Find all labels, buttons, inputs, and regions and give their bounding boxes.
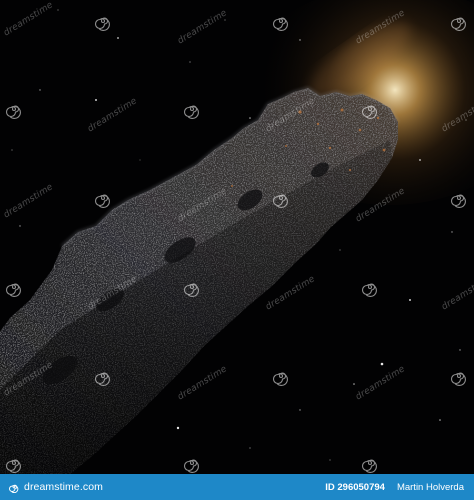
photo: dreamstime dreamstime dreamstime dreamst… <box>0 0 474 474</box>
image-id: ID 296050794 <box>325 481 385 493</box>
asteroid-scene <box>0 0 474 474</box>
credit-bar: dreamstime.com ID 296050794 Martin Holve… <box>0 474 474 500</box>
credits: ID 296050794 Martin Holverda <box>325 482 464 493</box>
brand-name: dreamstime.com <box>24 481 104 493</box>
swirl-icon <box>9 484 19 493</box>
author-name: Martin Holverda <box>396 481 464 493</box>
brand[interactable]: dreamstime.com <box>8 481 103 493</box>
